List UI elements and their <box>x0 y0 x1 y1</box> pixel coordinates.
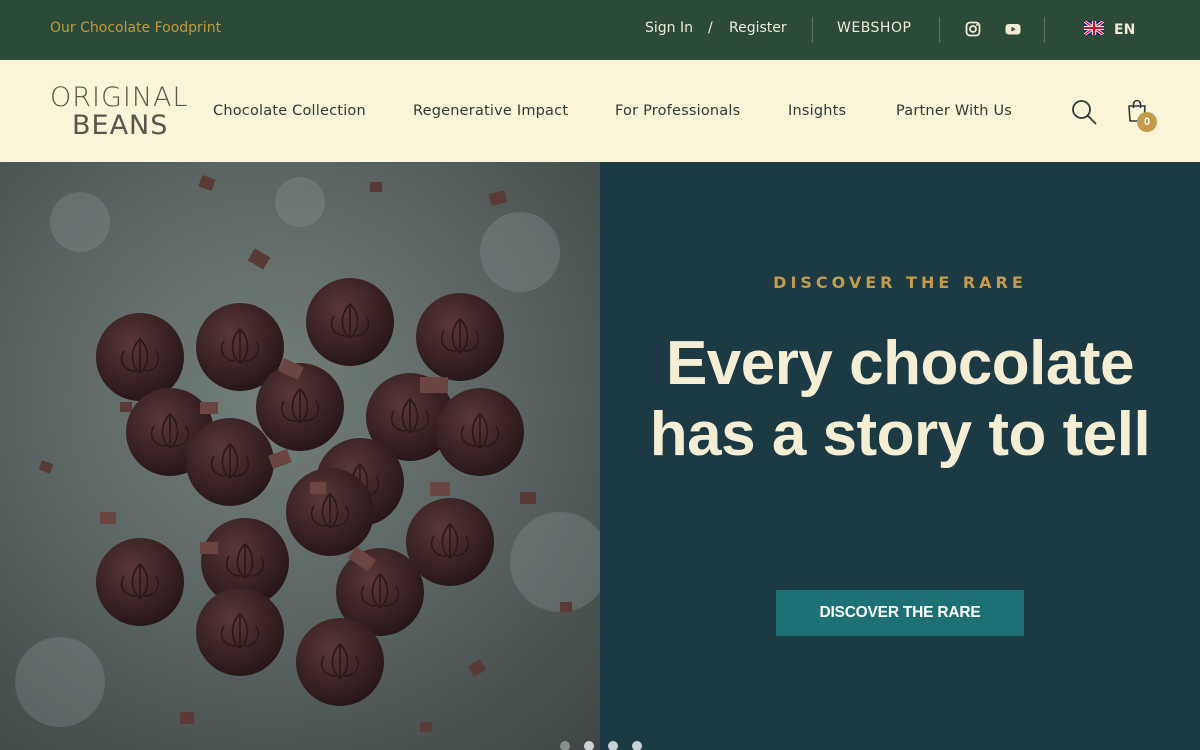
discover-the-rare-button[interactable]: DISCOVER THE RARE <box>776 590 1024 636</box>
hero-eyebrow: DISCOVER THE RARE <box>773 273 1027 292</box>
hero-image <box>0 162 600 750</box>
top-bar: Our Chocolate Foodprint Sign In / Regist… <box>0 0 1200 60</box>
divider <box>812 17 813 43</box>
carousel-dot[interactable] <box>632 741 642 750</box>
divider <box>1044 17 1045 43</box>
foodprint-link[interactable]: Our Chocolate Foodprint <box>50 20 221 36</box>
sign-in-link[interactable]: Sign In <box>645 20 693 36</box>
uk-flag-icon <box>1083 19 1105 40</box>
search-icon[interactable] <box>1071 99 1097 125</box>
logo-line-2: BEANS <box>72 110 169 141</box>
youtube-icon[interactable] <box>1005 21 1021 42</box>
nav-regenerative-impact[interactable]: Regenerative Impact <box>413 103 568 119</box>
auth-separator: / <box>708 20 713 36</box>
logo[interactable]: ORIGINAL BEANS <box>50 84 190 140</box>
nav-chocolate-collection[interactable]: Chocolate Collection <box>213 103 366 119</box>
instagram-icon[interactable] <box>965 21 981 42</box>
divider <box>939 17 940 43</box>
language-selector[interactable]: EN <box>1083 19 1136 40</box>
register-link[interactable]: Register <box>729 20 787 36</box>
nav-insights[interactable]: Insights <box>788 103 846 119</box>
logo-line-1: ORIGINAL <box>50 82 189 113</box>
hero-headline: Every chocolate has a story to tell <box>649 329 1151 469</box>
nav-for-professionals[interactable]: For Professionals <box>615 103 740 119</box>
cart-count-badge: 0 <box>1137 112 1157 132</box>
main-header: ORIGINAL BEANS Chocolate Collection Rege… <box>0 60 1200 162</box>
carousel-dot[interactable] <box>560 741 570 750</box>
webshop-link[interactable]: WEBSHOP <box>837 20 911 36</box>
carousel-dot[interactable] <box>608 741 618 750</box>
carousel-dots <box>560 741 642 750</box>
language-label: EN <box>1114 22 1136 38</box>
nav-partner-with-us[interactable]: Partner With Us <box>896 103 1012 119</box>
carousel-dot[interactable] <box>584 741 594 750</box>
hero-panel: DISCOVER THE RARE Every chocolate has a … <box>600 162 1200 750</box>
